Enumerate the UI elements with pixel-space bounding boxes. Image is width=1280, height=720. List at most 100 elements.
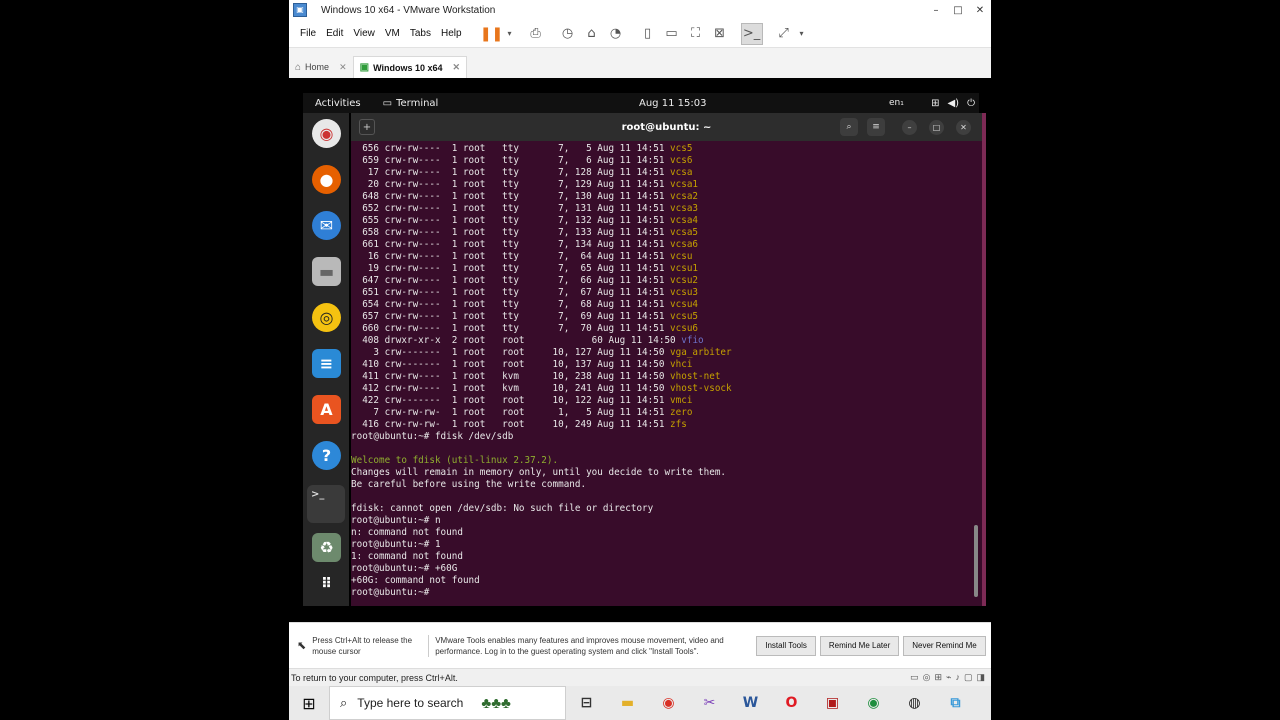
snapshot-manager-icon[interactable]: ◔: [605, 23, 627, 45]
tab-windows-10-x64[interactable]: ▣ Windows 10 x64 ✕: [352, 56, 468, 78]
vmware-logo-icon: ▣: [293, 3, 307, 17]
snipping-tool-icon[interactable]: ✂: [689, 686, 730, 720]
windows-start-icon[interactable]: ⊞: [289, 694, 329, 713]
word-icon[interactable]: W: [730, 686, 771, 720]
maximize-icon[interactable]: □: [929, 120, 944, 135]
snapshot-icon[interactable]: ◷: [557, 23, 579, 45]
chrome-alt-icon[interactable]: ◉: [853, 686, 894, 720]
terminal-line-text: n: command not found: [351, 527, 463, 538]
terminal-line-text: 411 crw-rw---- 1 root kvm 10, 238 Aug 11…: [351, 371, 671, 382]
remind-later-button[interactable]: Remind Me Later: [819, 635, 900, 656]
installer-icon[interactable]: ◉: [312, 119, 341, 148]
terminal-line-name: vcsa6: [670, 239, 699, 250]
search-highlight-icon: ♣♣♣: [481, 694, 511, 712]
hdd-icon[interactable]: ▭: [910, 672, 919, 683]
minimize-icon[interactable]: –: [902, 120, 917, 135]
usb-icon[interactable]: ⌁: [946, 672, 951, 683]
terminal-scrollbar[interactable]: [974, 525, 978, 597]
clock[interactable]: Aug 11 15:03: [639, 98, 706, 109]
library-icon[interactable]: ▯: [637, 23, 659, 45]
terminal-line-name: vga_arbiter: [670, 347, 732, 358]
terminal-output[interactable]: 656 crw-rw---- 1 root tty 7, 5 Aug 11 14…: [351, 143, 971, 603]
taskbar-search-box[interactable]: ⌕ Type here to search ♣♣♣: [329, 686, 566, 720]
toolbar-separator: [733, 23, 739, 45]
terminal-line-text: 660 crw-rw---- 1 root tty 7, 70 Aug 11 1…: [351, 323, 671, 334]
terminal-line-text: 16 crw-rw---- 1 root tty 7, 64 Aug 11 14…: [351, 251, 671, 262]
app-menu[interactable]: ▭ Terminal: [383, 98, 439, 109]
full-screen-icon[interactable]: ⛶: [685, 23, 707, 45]
file-explorer-icon[interactable]: ▬: [607, 686, 648, 720]
opera-icon[interactable]: O: [771, 686, 812, 720]
menu-tabs[interactable]: Tabs: [405, 28, 436, 39]
pause-icon[interactable]: ❚❚: [480, 23, 503, 45]
unity-icon[interactable]: ⊠: [709, 23, 731, 45]
close-tab-icon[interactable]: ✕: [339, 62, 347, 73]
chrome-icon[interactable]: ◉: [648, 686, 689, 720]
maximize-button[interactable]: □: [947, 5, 969, 16]
obs-icon[interactable]: ◍: [894, 686, 935, 720]
message-log-icon[interactable]: ◨: [976, 672, 985, 683]
terminal-line: 661 crw-rw---- 1 root tty 7, 134 Aug 11 …: [351, 239, 971, 251]
menu-help[interactable]: Help: [436, 28, 467, 39]
network-adapter-icon[interactable]: ⊞: [935, 672, 943, 683]
hamburger-menu-icon[interactable]: ≡: [867, 118, 885, 136]
search-icon[interactable]: ⌕: [840, 118, 858, 136]
terminal-line: 20 crw-rw---- 1 root tty 7, 129 Aug 11 1…: [351, 179, 971, 191]
terminal-line-text: 408 drwxr-xr-x 2 root root 60 Aug 11 14:…: [351, 335, 682, 346]
menu-view[interactable]: View: [348, 28, 380, 39]
show-apps-icon[interactable]: ⠿: [312, 569, 341, 598]
chevron-down-icon[interactable]: ▾: [505, 23, 515, 45]
terminal-line: root@ubuntu:~# fdisk /dev/sdb: [351, 431, 971, 443]
software-icon[interactable]: A: [312, 395, 341, 424]
terminal-line: 1: command not found: [351, 551, 971, 563]
menu-vm[interactable]: VM: [380, 28, 405, 39]
terminal-line-text: 7 crw-rw-rw- 1 root root 1, 5 Aug 11 14:…: [351, 407, 671, 418]
video-editor-icon[interactable]: ▣: [812, 686, 853, 720]
terminal-line-text: 656 crw-rw---- 1 root tty 7, 5 Aug 11 14…: [351, 143, 671, 154]
minimize-button[interactable]: –: [925, 5, 947, 16]
console-view-icon[interactable]: >_: [740, 22, 763, 45]
window-title: Windows 10 x64 - VMware Workstation: [321, 4, 496, 16]
terminal-line: 3 crw------- 1 root root 10, 127 Aug 11 …: [351, 347, 971, 359]
terminal-line: Welcome to fdisk (util-linux 2.37.2).: [351, 455, 971, 467]
close-icon[interactable]: ✕: [956, 120, 971, 135]
never-remind-button[interactable]: Never Remind Me: [903, 635, 986, 656]
guest-display[interactable]: Activities ▭ Terminal Aug 11 15:03 en₁ ⊞…: [289, 78, 991, 622]
terminal-line-name: vcsu3: [670, 287, 699, 298]
terminal-line-name: vfio: [681, 335, 704, 346]
install-tools-button[interactable]: Install Tools: [756, 635, 816, 656]
vmware-icon[interactable]: ⧉: [935, 686, 976, 720]
activities-button[interactable]: Activities: [315, 98, 361, 109]
display-icon[interactable]: ▢: [964, 672, 973, 683]
sound-icon[interactable]: ♪: [955, 672, 960, 683]
thunderbird-icon[interactable]: ✉: [312, 211, 341, 240]
input-language[interactable]: en₁: [889, 98, 904, 108]
menu-edit[interactable]: Edit: [321, 28, 348, 39]
terminal-line-text: fdisk: cannot open /dev/sdb: No such fil…: [351, 503, 654, 514]
rhythmbox-icon[interactable]: ◎: [312, 303, 341, 332]
thumbnail-bar-icon[interactable]: ▭: [661, 23, 683, 45]
cdrom-icon[interactable]: ◎: [923, 672, 931, 683]
task-view-icon[interactable]: ⊟: [566, 686, 607, 720]
terminal-icon[interactable]: >_: [307, 485, 345, 523]
close-tab-icon[interactable]: ✕: [453, 62, 461, 73]
close-button[interactable]: ✕: [969, 5, 991, 16]
firefox-icon[interactable]: ●: [312, 165, 341, 194]
writer-icon[interactable]: ≡: [312, 349, 341, 378]
help-icon[interactable]: ?: [312, 441, 341, 470]
system-menu[interactable]: ⊞ ◀) ⏻: [931, 98, 975, 109]
chevron-down-icon[interactable]: ▾: [797, 23, 807, 45]
stretch-guest-icon[interactable]: ⤢: [773, 23, 795, 45]
trash-icon[interactable]: ♻: [312, 533, 341, 562]
tab-home[interactable]: ⌂ Home ✕: [289, 56, 353, 78]
terminal-window[interactable]: + root@ubuntu: ~ ⌕ ≡ – □ ✕ 656 crw-rw---…: [351, 113, 986, 606]
revert-snapshot-icon[interactable]: ⌂: [581, 23, 603, 45]
terminal-line-text: 422 crw------- 1 root root 10, 122 Aug 1…: [351, 395, 671, 406]
terminal-line-text: 655 crw-rw---- 1 root tty 7, 132 Aug 11 …: [351, 215, 671, 226]
files-icon[interactable]: ▬: [312, 257, 341, 286]
tab-bar: ⌂ Home ✕ ▣ Windows 10 x64 ✕: [289, 54, 991, 78]
send-ctrl-alt-del-icon[interactable]: ⎙: [525, 23, 547, 45]
network-icon: ⊞: [931, 97, 940, 109]
menu-file[interactable]: File: [295, 28, 321, 39]
